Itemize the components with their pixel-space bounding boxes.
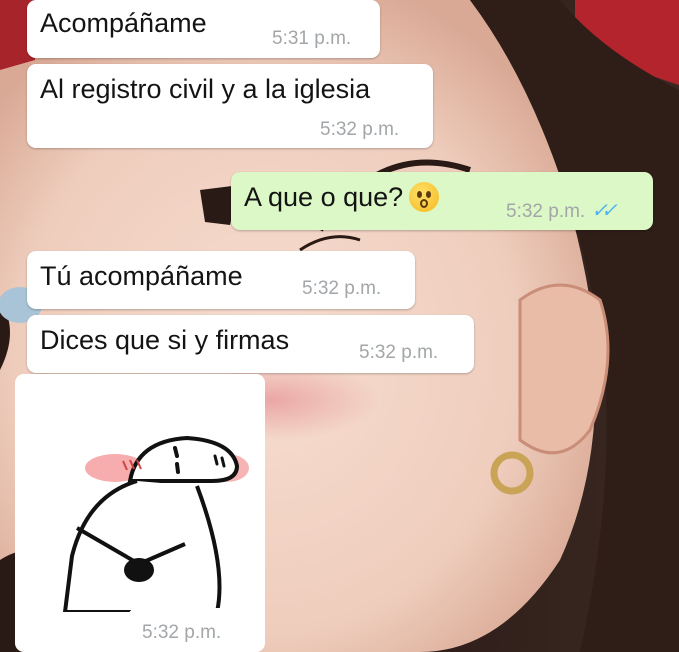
message-text: A que o que?	[244, 182, 440, 212]
read-double-check-icon: ✓✓	[591, 200, 617, 222]
message-bubble-1[interactable]: Acompáñame 5:31 p.m.	[27, 0, 380, 58]
message-timestamp: 5:31 p.m.	[272, 28, 352, 49]
message-timestamp: 5:32 p.m. ✓✓	[506, 200, 618, 222]
message-timestamp: 5:32 p.m.	[302, 278, 382, 299]
message-text: Dices que si y firmas	[40, 325, 290, 355]
message-text: Tú acompáñame	[40, 261, 243, 291]
message-timestamp: 5:32 p.m.	[142, 622, 222, 643]
message-text: Acompáñame	[40, 8, 207, 38]
message-bubble-3[interactable]: A que o que? 5:32 p.m. ✓✓	[231, 172, 653, 230]
message-timestamp: 5:32 p.m.	[359, 342, 439, 363]
message-bubble-5[interactable]: Dices que si y firmas 5:32 p.m.	[27, 315, 474, 373]
hushed-face-emoji	[409, 182, 440, 212]
message-text: Al registro civil y a la iglesia	[40, 74, 371, 104]
message-timestamp: 5:32 p.m.	[320, 119, 400, 140]
flork-blushing-meme-sticker[interactable]	[27, 386, 253, 612]
message-bubble-2[interactable]: Al registro civil y a la iglesia 5:32 p.…	[27, 64, 433, 148]
sticker-timestamp-pill: 5:32 p.m.	[128, 608, 252, 652]
message-bubble-4[interactable]: Tú acompáñame 5:32 p.m.	[27, 251, 415, 309]
